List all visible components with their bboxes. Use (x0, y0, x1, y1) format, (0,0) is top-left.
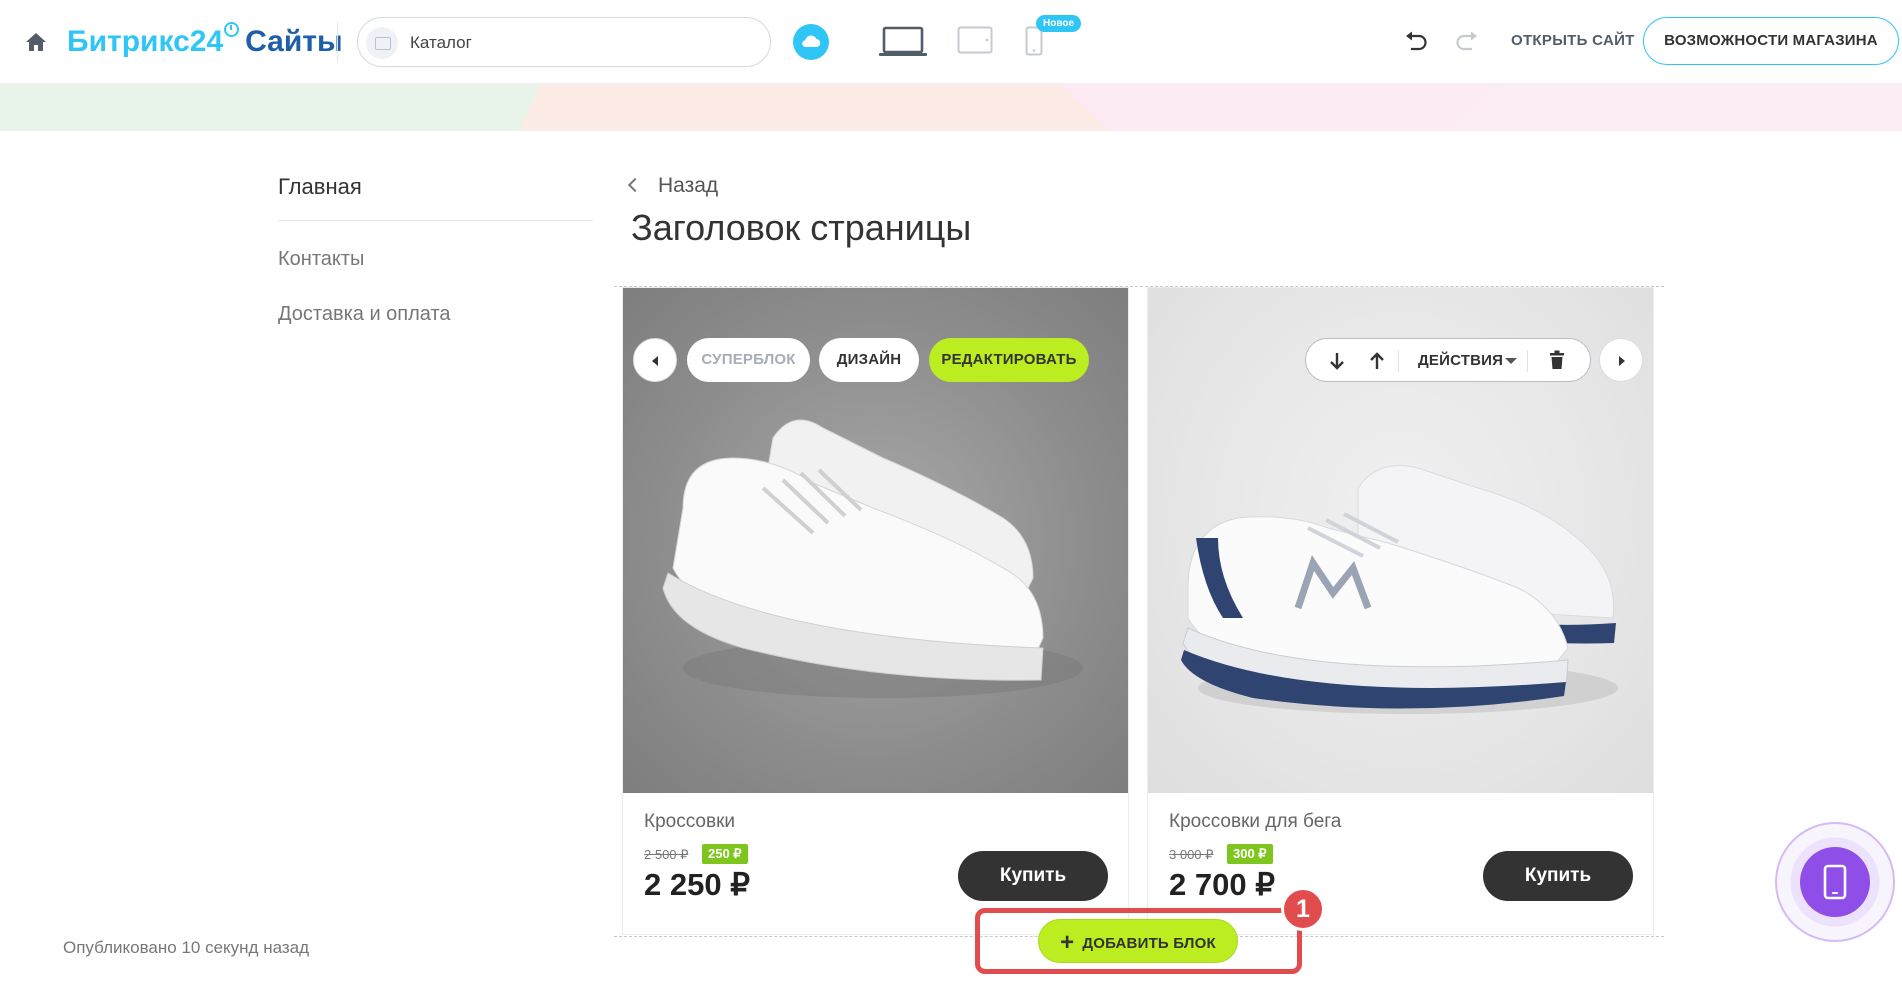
edit-button[interactable]: РЕДАКТИРОВАТЬ (929, 338, 1089, 382)
page-title: Заголовок страницы (631, 207, 972, 248)
add-block-button[interactable]: + ДОБАВИТЬ БЛОК (1038, 919, 1238, 963)
top-bar: Битрикс24 Сайты Каталог Новое ОТКРЫТЬ САЙ… (0, 0, 1902, 84)
trash-icon[interactable] (1549, 350, 1565, 370)
add-block-label: ДОБАВИТЬ БЛОК (1082, 935, 1216, 952)
discount-badge: 250 ₽ (702, 844, 748, 864)
divider (337, 22, 338, 62)
clock-icon (224, 22, 240, 37)
tablet-icon[interactable] (957, 26, 993, 54)
menu-item-contacts[interactable]: Контакты (278, 248, 364, 271)
product-card: Кроссовки для бега 3 000 ₽ 300 ₽ 2 700 ₽… (1147, 287, 1654, 935)
product-price: 2 700 ₽ (1169, 867, 1275, 902)
undo-icon[interactable] (1403, 30, 1429, 54)
buy-button[interactable]: Купить (1483, 851, 1633, 901)
menu-divider (278, 220, 593, 221)
decorative-banner (0, 84, 1902, 131)
old-price: 2 500 ₽ (644, 847, 689, 862)
divider (1527, 350, 1528, 372)
laptop-icon[interactable] (878, 26, 928, 58)
product-name: Кроссовки (644, 811, 736, 832)
divider (1398, 350, 1399, 372)
shop-features-button[interactable]: ВОЗМОЖНОСТИ МАГАЗИНА (1643, 17, 1899, 65)
publish-status: Опубликовано 10 секунд назад (63, 938, 310, 957)
chevron-left-icon (627, 177, 643, 193)
arrow-down-icon[interactable] (1327, 350, 1347, 372)
page-selector[interactable]: Каталог (357, 17, 771, 67)
buy-button[interactable]: Купить (958, 851, 1108, 901)
logo-brand: Битрикс24 (67, 25, 224, 58)
page-selector-label: Каталог (410, 33, 472, 52)
superblock-button[interactable]: СУПЕРБЛОК (687, 338, 810, 382)
redo-icon[interactable] (1454, 30, 1480, 54)
block-toolbar-right: ДЕЙСТВИЯ (1305, 338, 1591, 382)
expand-right-icon[interactable] (1599, 338, 1643, 382)
home-icon[interactable] (24, 31, 48, 53)
logo-product: Сайты (245, 25, 343, 58)
back-label: Назад (658, 174, 719, 197)
mobile-core (1800, 847, 1870, 917)
discount-badge: 300 ₽ (1227, 844, 1273, 864)
cloud-icon[interactable] (793, 24, 829, 60)
plus-icon: + (1060, 929, 1075, 956)
back-link[interactable]: Назад (627, 174, 719, 198)
menu-item-delivery[interactable]: Доставка и оплата (278, 303, 451, 326)
product-name: Кроссовки для бега (1169, 811, 1342, 832)
open-site-link[interactable]: ОТКРЫТЬ САЙТ (1511, 32, 1635, 49)
new-badge: Новое (1036, 15, 1082, 32)
product-price: 2 250 ₽ (644, 867, 750, 902)
old-price: 3 000 ₽ (1169, 847, 1214, 862)
caret-down-icon (1505, 358, 1517, 364)
image-placeholder-icon (366, 27, 398, 59)
logo: Битрикс24 Сайты (67, 22, 343, 60)
mobile-preview-button[interactable] (1775, 822, 1895, 942)
product-card: Кроссовки 2 500 ₽ 250 ₽ 2 250 ₽ Купить (622, 287, 1129, 935)
arrow-up-icon[interactable] (1367, 350, 1387, 372)
mobile-phone-icon (1823, 864, 1847, 900)
step-badge: 1 (1281, 887, 1325, 931)
collapse-left-icon[interactable] (633, 338, 677, 382)
menu-item-home[interactable]: Главная (278, 174, 362, 200)
actions-dropdown[interactable]: ДЕЙСТВИЯ (1418, 339, 1503, 382)
design-button[interactable]: ДИЗАЙН (819, 338, 919, 382)
